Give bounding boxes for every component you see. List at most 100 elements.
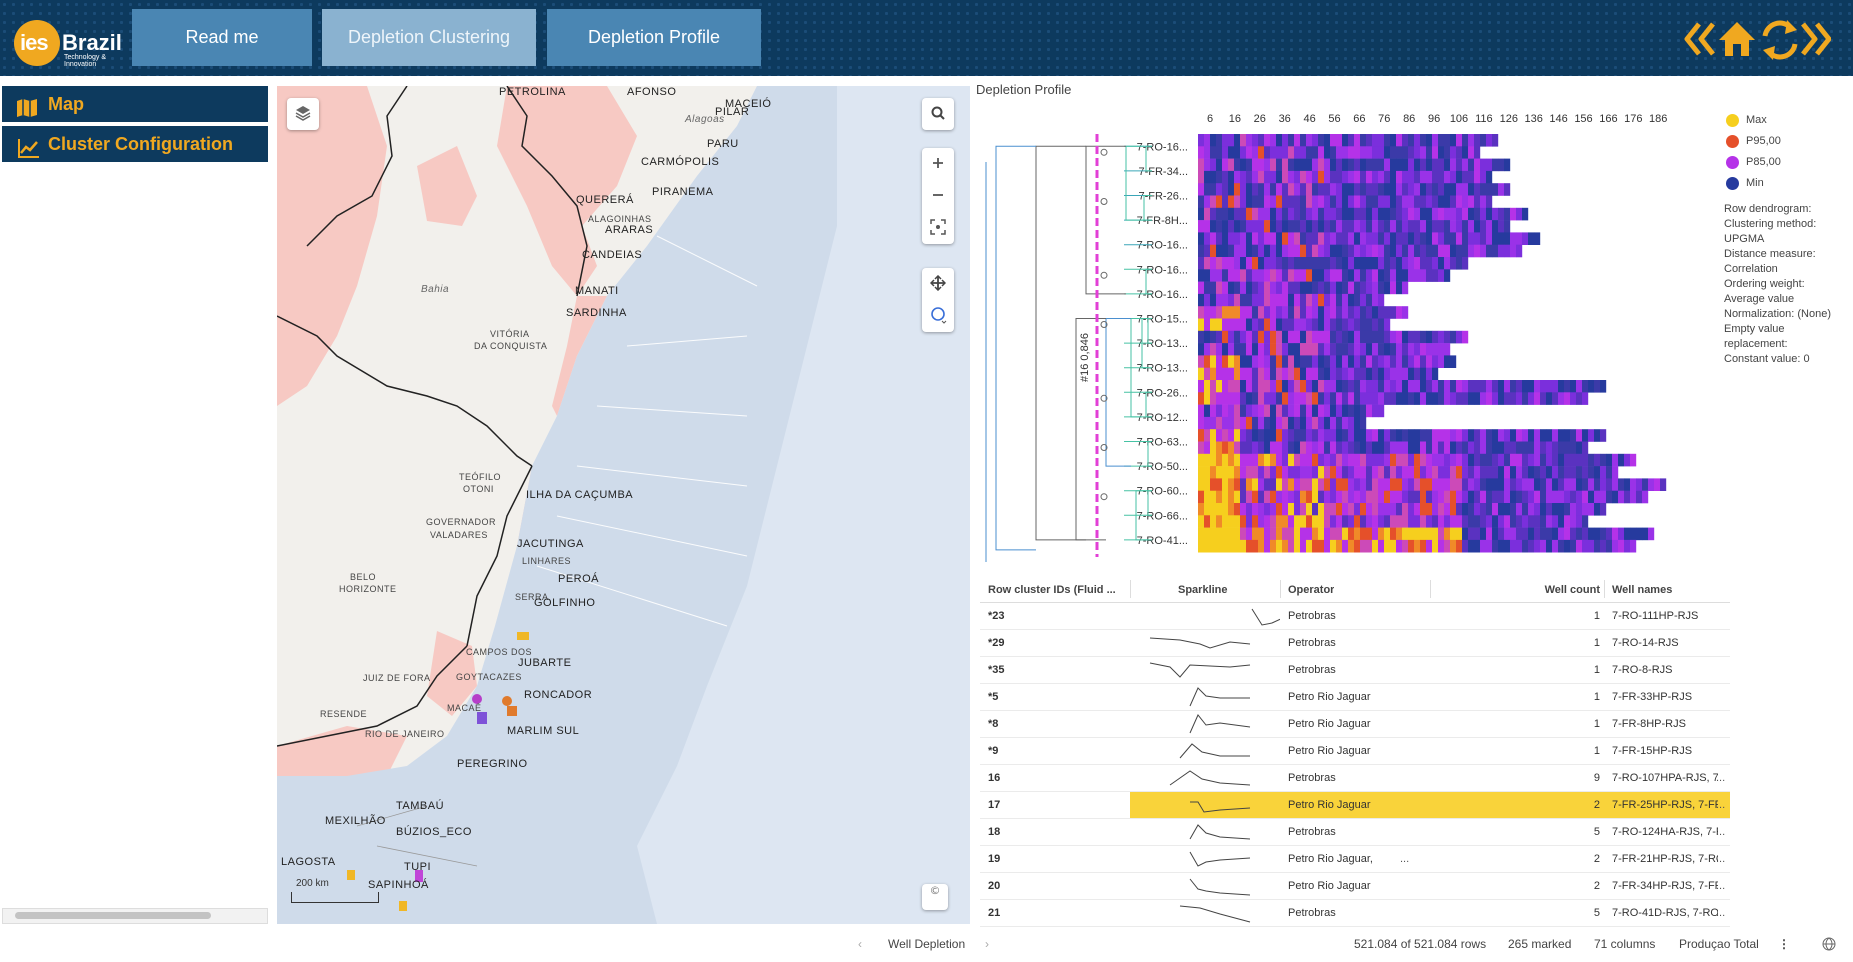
heatmap-cell	[1336, 355, 1343, 368]
table-row[interactable]: 18Petrobras57-RO-124HA-RJS, 7-RO-...	[980, 819, 1730, 846]
heatmap-cell	[1198, 195, 1205, 209]
heatmap-chart[interactable]: 6 16 26 36 46 56 66 76 86 96 106 116 126 136 146 156 166…	[976, 82, 1853, 572]
heatmap-cell	[1516, 466, 1523, 479]
globe-icon[interactable]	[1822, 937, 1836, 954]
table-row[interactable]: 19 Petro Rio Jaguar,... 2 7-FR-21HP-RJS, 7-…	[980, 846, 1730, 873]
heatmap-cell	[1600, 453, 1607, 467]
column-divider[interactable]	[1130, 580, 1131, 598]
heatmap-cell	[1366, 269, 1373, 282]
table-row[interactable]: *35 Petrobras 1 7-RO-8-RJS	[980, 657, 1730, 684]
heatmap-cell	[1588, 478, 1595, 491]
heatmap-cell	[1468, 207, 1475, 221]
zoom-out-icon[interactable]	[922, 180, 954, 212]
column-divider[interactable]	[1430, 580, 1431, 598]
heatmap-cell	[1198, 355, 1205, 368]
heatmap-cell	[1234, 170, 1241, 184]
heatmap-cell	[1294, 527, 1301, 541]
map-label: MEXILHÃO	[325, 815, 386, 827]
table-row[interactable]: *23 Petrobras 1 7-RO-111HP-RJS	[980, 603, 1730, 630]
table-row[interactable]: 20 Petro Rio Jaguar 2 7-FR-34HP-RJS, 7-FR-.…	[980, 873, 1730, 900]
column-divider[interactable]	[1604, 580, 1605, 598]
table-row[interactable]: 21 Petrobras 5 7-RO-41D-RJS, 7-RO-...	[980, 900, 1730, 927]
heatmap-cell	[1228, 453, 1235, 467]
tab-depletion-profile[interactable]: Depletion Profile	[547, 9, 761, 66]
info-line: Normalization: (None)	[1724, 308, 1831, 320]
copyright-icon[interactable]: ©	[922, 884, 948, 897]
next-page-icon[interactable]: ›	[985, 937, 989, 951]
pan-icon[interactable]	[922, 268, 954, 300]
heatmap-cell	[1228, 355, 1235, 368]
layers-icon[interactable]	[287, 98, 319, 130]
heatmap-cell	[1354, 170, 1361, 184]
heatmap-cell	[1354, 269, 1361, 282]
more-options-icon[interactable]: ⋮	[1778, 937, 1790, 951]
heatmap-cell	[1246, 404, 1253, 418]
lasso-icon[interactable]	[922, 300, 954, 332]
table-row[interactable]: *8 Petro Rio Jaguar 1 7-FR-8HP-RJS	[980, 711, 1730, 738]
heatmap-cell	[1504, 183, 1511, 196]
column-header-well-count[interactable]: Well count	[1510, 584, 1600, 596]
heatmap-cell	[1318, 146, 1325, 159]
ies-brazil-logo: ies Brazil Technology & Innovation	[14, 14, 126, 68]
back-icon[interactable]	[1684, 22, 1715, 56]
heatmap-cell	[1312, 490, 1319, 504]
column-header-cluster-id[interactable]: Row cluster IDs (Fluid ...	[988, 584, 1128, 596]
heatmap-cell	[1444, 466, 1451, 479]
legend-item-min[interactable]: Min	[1724, 173, 1852, 194]
legend-item-p85[interactable]: P85,00	[1724, 152, 1852, 173]
table-row[interactable]: 16Petrobras97-RO-107HPA-RJS, 7-RO-...	[980, 765, 1730, 792]
cell-cluster-id: *5	[988, 691, 999, 703]
column-header-operator[interactable]: Operator	[1288, 584, 1334, 596]
zoom-in-icon[interactable]	[922, 148, 954, 180]
heatmap-cell	[1492, 466, 1499, 479]
heatmap-cell	[1270, 367, 1277, 381]
heatmap-cell	[1246, 429, 1253, 442]
heatmap-cell	[1510, 478, 1517, 491]
map-view[interactable]: PETROLINA AFONSO MACEIÓ PILAR Alagoas PA…	[277, 86, 970, 924]
tab-read-me[interactable]: Read me	[132, 9, 312, 66]
search-icon[interactable]	[922, 98, 954, 130]
search-control[interactable]	[922, 98, 954, 130]
column-divider[interactable]	[1280, 580, 1281, 598]
table-row[interactable]: *9 Petro Rio Jaguar 1 7-FR-15HP-RJS	[980, 738, 1730, 765]
heatmap-cell	[1492, 441, 1499, 455]
heatmap-cell	[1432, 330, 1439, 344]
tab-depletion-clustering[interactable]: Depletion Clustering	[322, 9, 536, 66]
sparkline	[1179, 743, 1250, 759]
heatmap-cell	[1570, 429, 1577, 442]
sidebar-item-cluster-configuration[interactable]: Cluster Configuration	[2, 126, 268, 162]
scrollbar-thumb[interactable]	[15, 912, 211, 919]
heatmap-cell	[1468, 195, 1475, 209]
heatmap-cell	[1480, 134, 1487, 147]
legend-item-max[interactable]: Max	[1724, 110, 1852, 131]
heatmap-cell	[1492, 453, 1499, 467]
heatmap-cell	[1324, 527, 1331, 541]
heatmap-cell	[1270, 257, 1277, 270]
heatmap-cell	[1228, 220, 1235, 233]
prev-page-icon[interactable]: ‹	[858, 937, 862, 951]
heatmap-cell	[1234, 318, 1241, 332]
heatmap-cell	[1252, 195, 1259, 209]
heatmap-cell	[1342, 466, 1349, 479]
sidebar-item-map[interactable]: Map	[2, 86, 268, 122]
layers-control[interactable]	[287, 98, 319, 130]
table-row[interactable]: 17 Petro Rio Jaguar 2 7-FR-25HP-RJS, 7-FR-.…	[980, 792, 1730, 819]
table-row[interactable]: *5 Petro Rio Jaguar 1 7-FR-33HP-RJS	[980, 684, 1730, 711]
fit-extent-icon[interactable]	[922, 212, 954, 244]
page-name[interactable]: Well Depletion	[888, 937, 965, 951]
attribution-control[interactable]: ©	[922, 884, 948, 910]
sparkline	[1149, 637, 1251, 649]
legend-item-p95[interactable]: P95,00	[1724, 131, 1852, 152]
heatmap-cell	[1330, 367, 1337, 381]
column-header-well-names[interactable]: Well names	[1612, 584, 1672, 596]
home-icon[interactable]	[1719, 22, 1755, 56]
column-header-sparkline[interactable]: Sparkline	[1178, 584, 1228, 596]
sidebar-scrollbar[interactable]	[2, 908, 268, 924]
refresh-icon[interactable]	[1762, 20, 1798, 60]
heatmap-cell	[1456, 232, 1463, 245]
heatmap-cell	[1252, 170, 1259, 184]
forward-icon[interactable]	[1801, 22, 1832, 56]
table-row[interactable]: *29 Petrobras 1 7-RO-14-RJS	[980, 630, 1730, 657]
heatmap-cell	[1312, 170, 1319, 184]
heatmap-cell	[1366, 306, 1373, 319]
